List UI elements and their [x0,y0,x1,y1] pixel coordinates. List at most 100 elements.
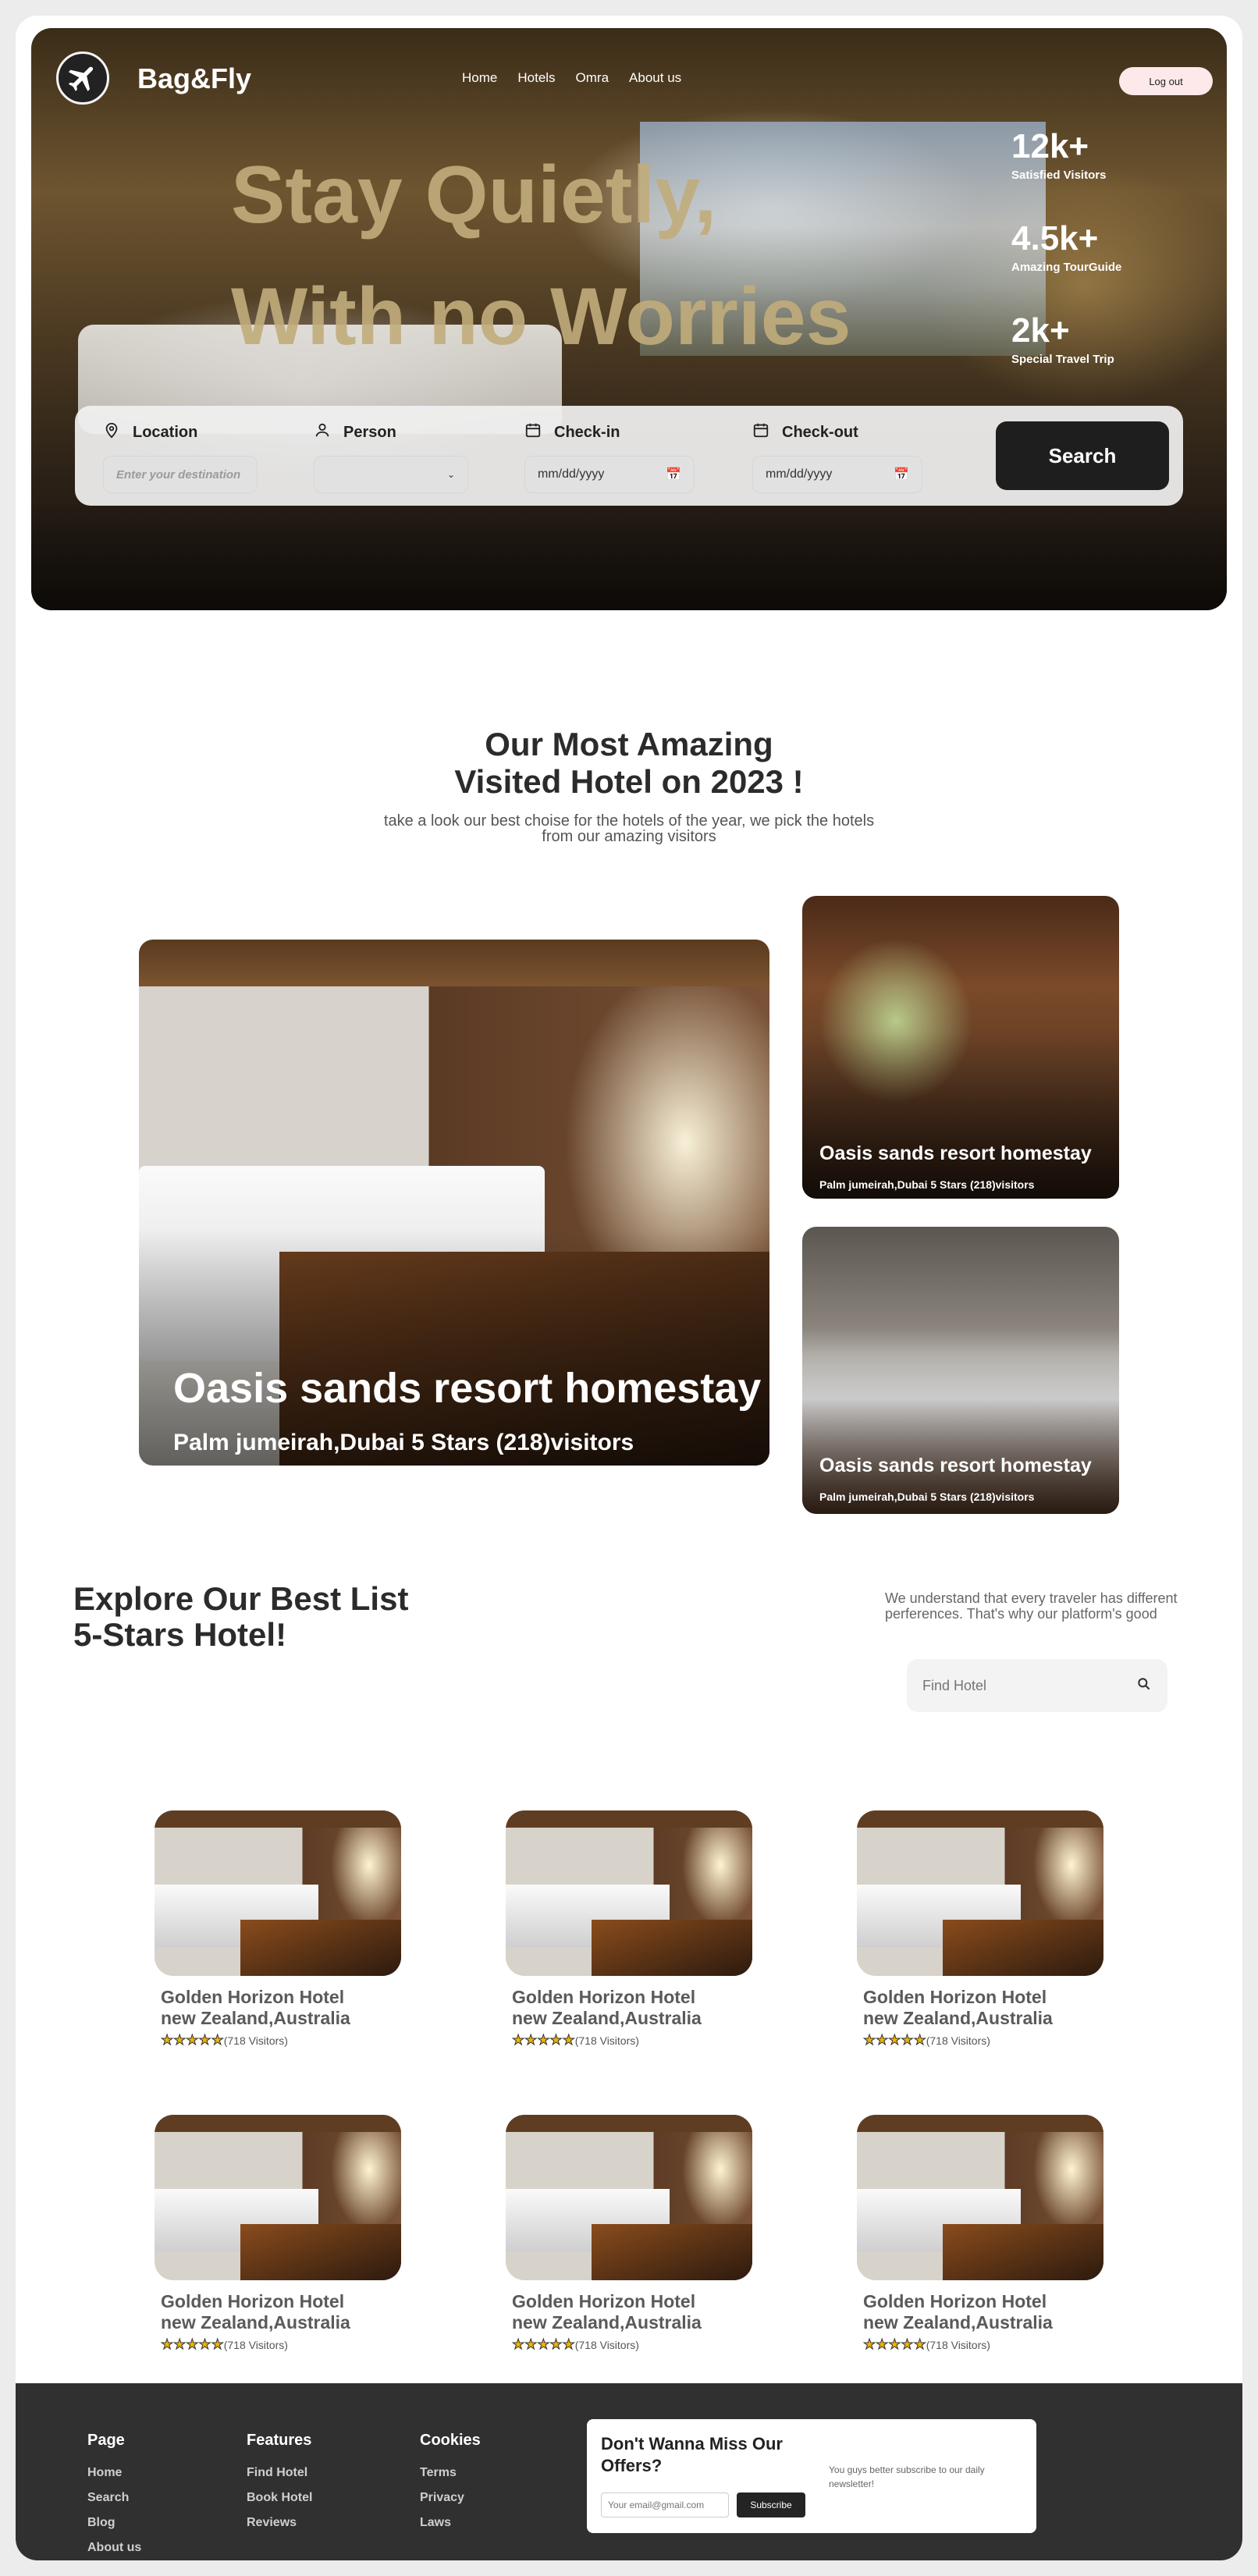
calendar-picker-icon[interactable]: 📅 [666,467,681,482]
footer-features-column: Features Find Hotel Book Hotel Reviews [247,2432,312,2535]
hotel-rating: ★ ★ ★ ★ ★ (718 Visitors) [862,2032,1103,2048]
person-icon [314,421,331,443]
page: Bag&Fly Home Hotels Omra About us Log ou… [16,16,1242,2560]
star-icon: ★ [524,2032,538,2048]
hotel-card[interactable]: Golden Horizon Hotel new Zealand,Austral… [857,2115,1103,2353]
star-icon: ★ [537,2032,550,2048]
visitor-count: (718 Visitors) [926,2338,990,2351]
star-icon: ★ [511,2032,525,2048]
star-icon: ★ [186,2336,199,2353]
visitor-count: (718 Visitors) [223,2034,288,2047]
star-icon: ★ [862,2032,876,2048]
hotel-name: Golden Horizon Hotel [161,1987,345,2007]
hotel-image[interactable] [857,2115,1103,2280]
hotel-card[interactable]: Golden Horizon Hotel new Zealand,Austral… [155,2115,401,2353]
hero-floor [31,504,1227,610]
visitor-count: (718 Visitors) [223,2338,288,2351]
hotel-rating: ★ ★ ★ ★ ★ (718 Visitors) [511,2336,752,2353]
checkout-date-input[interactable]: mm/dd/yyyy 📅 [752,456,922,493]
hotel-name: Golden Horizon Hotel [161,2291,345,2311]
footer-link-find-hotel[interactable]: Find Hotel [247,2461,312,2485]
hotel-location: new Zealand,Australia [863,2312,1053,2333]
person-field: Person ⌄ [314,420,468,493]
footer-heading: Features [247,2432,312,2449]
stat-label: Special Travel Trip [1011,353,1114,366]
star-icon: ★ [160,2336,174,2353]
hotel-image[interactable] [155,1810,401,1976]
hotel-card[interactable]: Golden Horizon Hotel new Zealand,Austral… [506,2115,752,2353]
airplane-logo-icon[interactable] [56,52,109,105]
calendar-icon [752,421,769,443]
star-icon: ★ [524,2336,538,2353]
star-icon: ★ [549,2032,563,2048]
newsletter-email-input[interactable] [601,2493,729,2517]
hotel-card[interactable]: Golden Horizon Hotel new Zealand,Austral… [857,1810,1103,2048]
location-input[interactable]: Enter your destination [103,456,258,493]
search-icon[interactable] [1136,1676,1152,1696]
featured-hotel-card-large[interactable]: Oasis sands resort homestay Palm jumeira… [139,940,769,1466]
featured-hotel-card-bottom[interactable]: Oasis sands resort homestay Palm jumeira… [802,1227,1119,1514]
nav-home[interactable]: Home [462,70,497,86]
star-icon: ★ [173,2032,187,2048]
calendar-icon [524,421,542,443]
nav-about-us[interactable]: About us [629,70,681,86]
checkout-field: Check-out mm/dd/yyyy 📅 [752,420,922,493]
nav-hotels[interactable]: Hotels [517,70,555,86]
footer-link-search[interactable]: Search [87,2485,141,2510]
checkout-label: Check-out [782,423,858,441]
logout-button[interactable]: Log out [1119,67,1213,95]
hotel-rating: ★ ★ ★ ★ ★ (718 Visitors) [511,2032,752,2048]
visitor-count: (718 Visitors) [574,2338,639,2351]
star-icon: ★ [198,2032,211,2048]
hotel-card[interactable]: Golden Horizon Hotel new Zealand,Austral… [506,1810,752,2048]
footer-link-privacy[interactable]: Privacy [420,2485,481,2510]
subscribe-button[interactable]: Subscribe [737,2493,805,2517]
footer-link-blog[interactable]: Blog [87,2510,141,2535]
hotel-location: new Zealand,Australia [161,2312,350,2333]
hotel-name: Oasis sands resort homestay [173,1365,762,1412]
star-icon: ★ [876,2032,889,2048]
footer-link-about-us[interactable]: About us [87,2535,141,2560]
star-icon: ★ [888,2032,901,2048]
footer-link-book-hotel[interactable]: Book Hotel [247,2485,312,2510]
featured-title: Our Most Amazing Visited Hotel on 2023 ! [16,726,1242,801]
star-icon: ★ [198,2336,211,2353]
footer-link-terms[interactable]: Terms [420,2461,481,2485]
hotel-image[interactable] [506,2115,752,2280]
hotel-image[interactable] [506,1810,752,1976]
hotel-image[interactable] [857,1810,1103,1976]
map-pin-icon [103,421,120,443]
newsletter-box: Don't Wanna Miss Our Offers? You guys be… [587,2419,1036,2533]
checkin-date-input[interactable]: mm/dd/yyyy 📅 [524,456,695,493]
featured-subtitle-line-2: from our amazing visitors [542,828,716,845]
footer-link-home[interactable]: Home [87,2461,141,2485]
calendar-picker-icon[interactable]: 📅 [894,467,909,482]
star-icon: ★ [211,2032,224,2048]
star-icon: ★ [901,2032,914,2048]
find-hotel-input[interactable] [922,1677,1125,1694]
find-hotel-search [907,1659,1167,1712]
newsletter-title: Don't Wanna Miss Our Offers? [601,2434,783,2475]
featured-hotel-card-top[interactable]: Oasis sands resort homestay Palm jumeira… [802,896,1119,1199]
person-select[interactable]: ⌄ [314,456,468,493]
brand-name: Bag&Fly [137,62,252,94]
hotel-image[interactable] [155,2115,401,2280]
footer-link-laws[interactable]: Laws [420,2510,481,2535]
hotel-meta: Palm jumeirah,Dubai 5 Stars (218)visitor… [819,1491,1035,1503]
hotel-name: Golden Horizon Hotel [512,2291,696,2311]
star-icon: ★ [562,2032,575,2048]
stat-visitors: 12k+ Satisfied Visitors [1011,128,1121,220]
star-icon: ★ [913,2336,926,2353]
checkout-value: mm/dd/yyyy [766,467,833,481]
checkin-value: mm/dd/yyyy [538,467,605,481]
hotel-meta: Palm jumeirah,Dubai 5 Stars (218)visitor… [173,1430,634,1455]
hotel-location: new Zealand,Australia [512,2008,702,2028]
visitor-count: (718 Visitors) [926,2034,990,2047]
featured-title-line-2: Visited Hotel on 2023 ! [454,763,804,800]
nav-omra[interactable]: Omra [576,70,609,86]
hotel-location: new Zealand,Australia [161,2008,350,2028]
hotel-card[interactable]: Golden Horizon Hotel new Zealand,Austral… [155,1810,401,2048]
footer-link-reviews[interactable]: Reviews [247,2510,312,2535]
stat-label: Satisfied Visitors [1011,169,1107,182]
search-button[interactable]: Search [996,421,1169,490]
